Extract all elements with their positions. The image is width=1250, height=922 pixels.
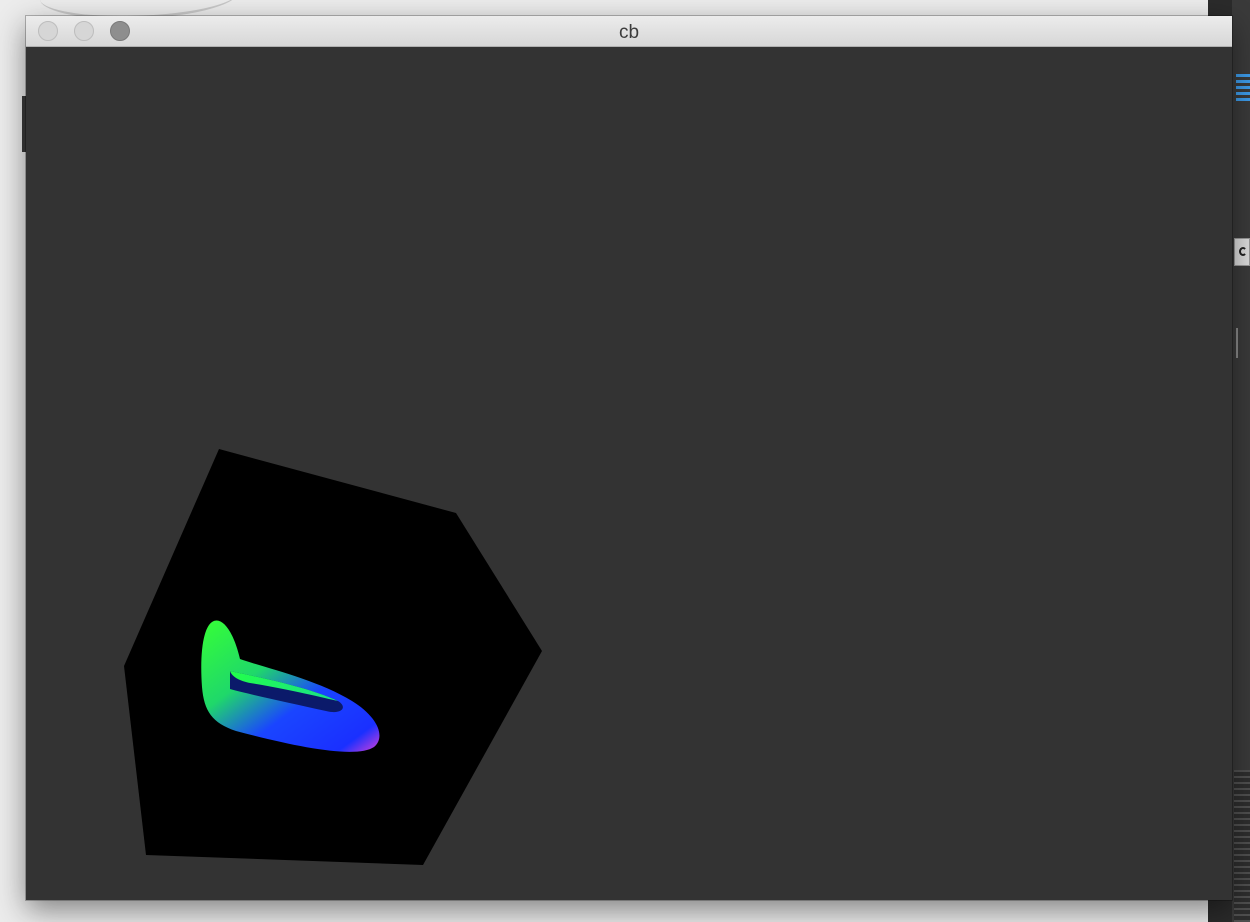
cube-shape [124,449,542,865]
title-bar[interactable]: cb [26,16,1232,47]
window-title: cb [618,22,640,43]
refresh-icon [1234,238,1250,266]
list-icon [1236,74,1250,104]
sort-icon [1236,328,1250,358]
level-meter [1234,770,1250,922]
gl-viewport[interactable] [26,47,1232,900]
3d-scene [124,449,542,865]
desktop: cb [0,0,1250,922]
cb-window: cb [26,16,1232,900]
